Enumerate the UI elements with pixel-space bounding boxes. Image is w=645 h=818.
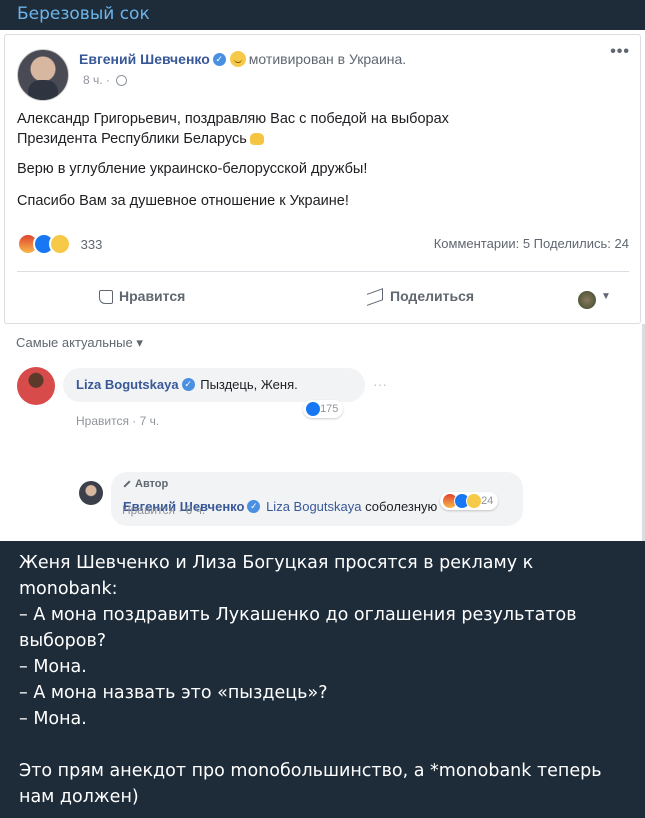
comment-sort: Самые актуальные ▾ (16, 335, 143, 351)
post-paragraph-4: Спасибо Вам за душевное отношение к Укра… (17, 193, 349, 209)
verified-icon: ✓ (181, 378, 195, 392)
comment-meta: Нравится · 7 ч. (76, 414, 160, 428)
verified-icon: ✓ (247, 500, 261, 514)
caption-line: – А мона поздравить Лукашенко до оглашен… (19, 605, 577, 625)
more-options-icon: ••• (610, 43, 630, 60)
channel-title[interactable]: Березовый сок (0, 0, 645, 30)
caption-line: нам должен) (19, 787, 139, 807)
viewer-avatar (578, 291, 596, 309)
share-arrow-icon (367, 288, 383, 307)
post-paragraph-1: Александр Григорьевич, поздравляю Вас с … (17, 111, 449, 127)
author-name: Евгений Шевченко (79, 51, 210, 67)
reply-reactions: 24 (440, 492, 499, 510)
post-stats: Комментарии: 5 Поделились: 24 (433, 236, 629, 251)
post-paragraph-3: Верю в углубление украинско-белорусской … (17, 161, 368, 177)
smile-emoji-icon (229, 51, 246, 68)
chevron-down-icon: ▾ (136, 335, 143, 350)
commenter-avatar (17, 367, 55, 405)
thumbs-up-icon (99, 290, 113, 305)
post-header: Евгений Шевченко ✓ мотивирован в Украина. (79, 51, 406, 69)
author-badge-label: Автор (135, 478, 169, 490)
comment-text: Пыздець, Женя. (200, 377, 298, 392)
post-paragraph-2: Президента Республики Беларусь (17, 131, 247, 147)
post-meta: 8 ч. · (83, 73, 128, 87)
comment-options-icon: ··· (373, 376, 387, 392)
share-label: Поделиться (390, 288, 475, 304)
share-button: Поделиться (367, 288, 475, 307)
feeling-text: мотивирован в Украина. (248, 51, 407, 67)
author-badge: Автор (123, 478, 168, 490)
author-avatar (17, 49, 69, 101)
haha-reaction-icon (49, 233, 71, 255)
comment-reactions: 175 (303, 400, 344, 418)
reactions-row: 333 Комментарии: 5 Поделились: 24 (17, 233, 629, 257)
divider (17, 271, 629, 272)
caption-line: – Мона. (19, 657, 87, 677)
facebook-screenshot: Евгений Шевченко ✓ мотивирован в Украина. … (0, 30, 645, 541)
post-time: 8 ч. (83, 73, 103, 87)
like-label: Нравится (119, 288, 186, 304)
caption-line: Это прям анекдот про monoбольшинство, а … (19, 761, 602, 781)
caption-line: Женя Шевченко и Лиза Богуцкая просятся в… (19, 553, 534, 573)
reply-text: соболезную (365, 499, 438, 514)
reply-meta: Нравится · 6 ч. (122, 503, 206, 517)
chevron-down-icon: ▼ (601, 291, 611, 302)
caption-line: – А мона назвать это «пыздець»? (19, 683, 328, 703)
reply-avatar (79, 481, 103, 505)
like-reaction-icon (305, 401, 321, 417)
raised-hands-emoji-icon (249, 133, 264, 146)
commenter-name: Liza Bogutskaya (76, 377, 179, 392)
message-caption: Женя Шевченко и Лиза Богуцкая просятся в… (19, 550, 629, 810)
pencil-icon (123, 480, 131, 488)
post-card: Евгений Шевченко ✓ мотивирован в Украина. … (4, 34, 641, 324)
comment-bubble: Liza Bogutskaya ✓ Пыздець, Женя. (63, 368, 365, 402)
globe-icon (116, 75, 128, 87)
reply-reaction-count: 24 (481, 494, 494, 507)
caption-line: – Мона. (19, 709, 87, 729)
comment-reaction-count: 175 (320, 402, 339, 415)
caption-line: monobank: (19, 579, 118, 599)
reaction-count: 333 (80, 236, 103, 252)
caption-line: выборов? (19, 631, 107, 651)
reply-mention: Liza Bogutskaya (266, 499, 362, 514)
verified-icon: ✓ (212, 52, 226, 66)
post-body: Александр Григорьевич, поздравляю Вас с … (17, 109, 627, 223)
haha-reaction-icon (466, 493, 482, 509)
like-button: Нравится (99, 288, 186, 305)
comment-sort-label: Самые актуальные (16, 335, 133, 350)
